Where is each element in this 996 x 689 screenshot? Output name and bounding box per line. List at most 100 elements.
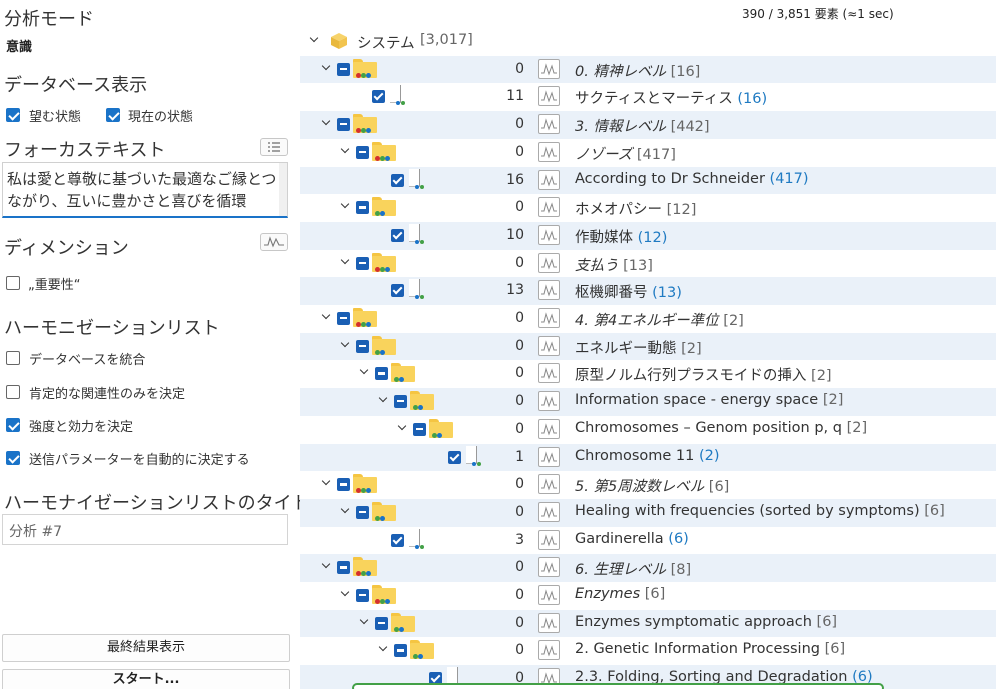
waveform-icon[interactable]: [538, 363, 560, 384]
waveform-icon[interactable]: [538, 501, 560, 522]
tree-row[interactable]: 0 2. Genetic Information Processing [6]: [300, 637, 996, 665]
current-state-checkbox[interactable]: [106, 108, 120, 122]
chevron-down-icon[interactable]: [322, 561, 332, 571]
waveform-icon[interactable]: [538, 557, 560, 578]
desired-state-checkbox[interactable]: [6, 108, 20, 122]
row-checkbox[interactable]: [394, 395, 407, 409]
row-checkbox[interactable]: [356, 201, 369, 215]
tree-row[interactable]: 0 ノゾーズ [417]: [300, 139, 996, 167]
chevron-down-icon[interactable]: [341, 201, 351, 211]
tree-row[interactable]: 0 4. 第4エネルギー準位 [2]: [300, 305, 996, 333]
row-checkbox[interactable]: [391, 228, 404, 242]
tree-row[interactable]: 10 作動媒体 (12): [300, 221, 996, 250]
waveform-icon[interactable]: [538, 114, 560, 135]
auto-params-checkbox[interactable]: [6, 451, 20, 465]
tree-row[interactable]: 0 Chromosomes – Genom position p, q [2]: [300, 416, 996, 444]
chevron-down-icon[interactable]: [360, 617, 370, 627]
tree-row[interactable]: 3 Gardinerella (6): [300, 527, 996, 555]
row-checkbox[interactable]: [356, 145, 369, 159]
row-checkbox[interactable]: [356, 589, 369, 602]
focus-text-input[interactable]: 私は愛と尊敬に基づいた最適なご縁とつながり、互いに豊かさと喜びを循環: [2, 162, 288, 218]
chevron-down-icon[interactable]: [322, 478, 332, 488]
chevron-down-icon[interactable]: [360, 367, 370, 377]
row-checkbox[interactable]: [356, 256, 369, 270]
chevron-down-icon[interactable]: [341, 589, 351, 599]
strength-checkbox[interactable]: [6, 418, 20, 432]
row-count: 0: [515, 337, 524, 354]
tree-row[interactable]: 0 6. 生理レベル [8]: [300, 554, 996, 582]
row-checkbox[interactable]: [337, 62, 350, 76]
row-checkbox[interactable]: [448, 450, 461, 464]
waveform-icon[interactable]: [538, 280, 560, 301]
row-checkbox[interactable]: [391, 173, 404, 187]
chevron-down-icon[interactable]: [341, 340, 351, 350]
tree-row[interactable]: 1 Chromosome 11 (2): [300, 443, 996, 472]
chevron-down-icon[interactable]: [379, 395, 389, 405]
chevron-down-icon[interactable]: [379, 644, 389, 654]
start-button[interactable]: スタート...: [2, 669, 290, 689]
waveform-icon[interactable]: [538, 252, 560, 273]
tree-row[interactable]: 11 サクティスとマーティス (16): [300, 83, 996, 111]
tree-row[interactable]: 0 Healing with frequencies (sorted by sym…: [300, 498, 996, 527]
row-checkbox[interactable]: [413, 422, 426, 436]
waveform-icon[interactable]: [538, 335, 560, 356]
tree-row[interactable]: 0 0. 精神レベル [16]: [300, 55, 996, 84]
row-checkbox[interactable]: [372, 90, 385, 104]
chevron-down-icon[interactable]: [341, 257, 351, 267]
waveform-icon[interactable]: [538, 391, 560, 412]
tree-row[interactable]: 0 ホメオパシー [12]: [300, 194, 996, 222]
row-checkbox[interactable]: [391, 284, 404, 298]
row-checkbox[interactable]: [356, 505, 369, 519]
row-checkbox[interactable]: [394, 644, 407, 658]
tree-view[interactable]: システム [3,017] 0 0. 精神レベル [16] 11 サクティスとマーティス…: [300, 28, 996, 689]
waveform-icon[interactable]: [538, 58, 560, 79]
waveform-icon[interactable]: [538, 585, 560, 605]
tree-row[interactable]: 0 Enzymes symptomatic approach [6]: [300, 609, 996, 638]
tree-root-row[interactable]: システム [3,017]: [300, 28, 996, 56]
list-icon[interactable]: [260, 138, 288, 156]
chevron-down-icon[interactable]: [341, 506, 351, 516]
waveform-icon[interactable]: [538, 446, 560, 467]
chevron-down-icon[interactable]: [310, 35, 320, 45]
chevron-down-icon[interactable]: [341, 146, 351, 156]
tree-row[interactable]: 0 原型ノルム行列プラスモイドの挿入 [2]: [300, 360, 996, 388]
row-checkbox[interactable]: [337, 478, 350, 492]
waveform-icon[interactable]: [538, 529, 560, 550]
chevron-down-icon[interactable]: [322, 63, 332, 73]
waveform-icon[interactable]: [538, 197, 560, 218]
tree-row[interactable]: 0 支払う [13]: [300, 250, 996, 278]
row-checkbox[interactable]: [375, 616, 388, 630]
tree-row[interactable]: 0 Enzymes [6]: [300, 582, 996, 610]
final-result-button[interactable]: 最終結果表示: [2, 634, 290, 662]
waveform-icon[interactable]: [538, 86, 560, 107]
waveform-icon[interactable]: [538, 141, 560, 162]
waveform-icon[interactable]: [538, 224, 560, 245]
tree-row[interactable]: 0 3. 情報レベル [442]: [300, 111, 996, 139]
waveform-icon[interactable]: [538, 640, 560, 661]
merge-db-checkbox[interactable]: [6, 351, 20, 365]
row-checkbox[interactable]: [337, 312, 350, 325]
waveform-icon[interactable]: [538, 308, 560, 328]
waveform-icon[interactable]: [538, 418, 560, 439]
list-title-input[interactable]: 分析 #7: [2, 514, 288, 545]
tree-row[interactable]: 0 5. 第5周波数レベル [6]: [300, 471, 996, 499]
row-checkbox[interactable]: [391, 533, 404, 547]
waveform-icon[interactable]: [538, 474, 560, 495]
waveform-icon[interactable]: [538, 612, 560, 633]
chevron-down-icon[interactable]: [322, 312, 332, 322]
waveform-icon[interactable]: [260, 233, 288, 251]
row-checkbox[interactable]: [337, 118, 350, 132]
tree-row[interactable]: 13 枢機卿番号 (13): [300, 277, 996, 305]
tree-row[interactable]: 0 エネルギー動態 [2]: [300, 332, 996, 361]
row-checkbox[interactable]: [356, 339, 369, 353]
chevron-down-icon[interactable]: [322, 118, 332, 128]
waveform-icon[interactable]: [538, 169, 560, 190]
positive-only-checkbox[interactable]: [6, 385, 20, 399]
row-checkbox[interactable]: [375, 367, 388, 381]
tree-row[interactable]: 0 Information space - energy space [2]: [300, 388, 996, 416]
chevron-down-icon[interactable]: [398, 423, 408, 433]
importance-checkbox[interactable]: [6, 276, 20, 290]
focus-text-scrollbar[interactable]: [279, 163, 287, 216]
row-checkbox[interactable]: [337, 561, 350, 575]
tree-row[interactable]: 16 According to Dr Schneider (417): [300, 166, 996, 195]
